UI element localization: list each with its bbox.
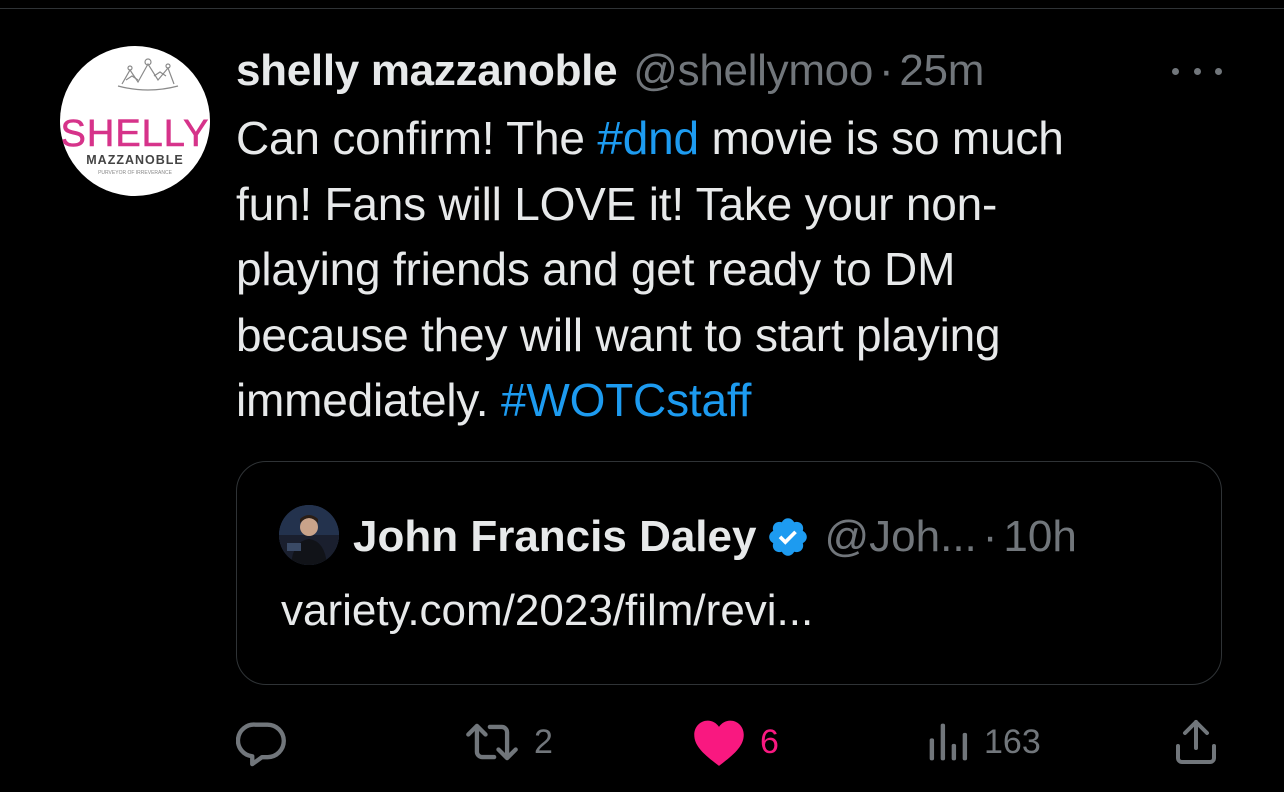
quote-header: John Francis Daley @Joh... · 10h (353, 510, 1077, 564)
avatar[interactable]: SHELLY MAZZANOBLE PURVEYOR OF IRREVERANC… (60, 46, 210, 196)
avatar-logo: SHELLY MAZZANOBLE PURVEYOR OF IRREVERANC… (60, 58, 210, 176)
tweet-line: playing friends and get ready to DM (236, 237, 1196, 303)
quote-avatar-image (279, 505, 339, 565)
tweet-header: shelly mazzanoble @shellymoo · 25m (236, 44, 984, 98)
views-button[interactable]: 163 (926, 712, 1041, 772)
like-count: 6 (760, 722, 779, 761)
retweet-button[interactable]: 2 (464, 712, 553, 772)
timestamp[interactable]: 25m (899, 46, 984, 96)
logo-sub-text: MAZZANOBLE (86, 153, 184, 167)
text-segment: fun! Fans will LOVE it! Take your non- (236, 177, 998, 230)
verified-badge-icon (766, 515, 810, 559)
views-count: 163 (984, 722, 1041, 761)
hashtag-wotcstaff[interactable]: #WOTCstaff (501, 374, 751, 426)
tweet-line: Can confirm! The #dnd movie is so much (236, 106, 1196, 172)
tweet[interactable]: SHELLY MAZZANOBLE PURVEYOR OF IRREVERANC… (0, 0, 1284, 792)
author-name[interactable]: shelly mazzanoble (236, 46, 618, 96)
heart-icon (694, 720, 744, 766)
tweet-line: fun! Fans will LOVE it! Take your non- (236, 172, 1196, 238)
separator-dot: · (982, 512, 998, 561)
quote-timestamp[interactable]: 10h (1003, 512, 1076, 562)
reply-icon (236, 722, 286, 767)
text-segment: Can confirm! The (236, 112, 598, 164)
quote-author-name[interactable]: John Francis Daley (353, 512, 756, 562)
tweet-line: immediately. #WOTCstaff (236, 368, 1196, 434)
separator-dot: · (879, 46, 894, 95)
quote-author-handle[interactable]: @Joh... (824, 512, 976, 562)
logo-tagline-text: PURVEYOR OF IRREVERANCE (98, 170, 172, 176)
quoted-tweet-card[interactable]: John Francis Daley @Joh... · 10h variety… (236, 461, 1222, 685)
action-bar: 2 6 163 (0, 712, 1284, 772)
more-options-button[interactable] (1172, 56, 1222, 86)
quote-text: variety.com/2023/film/revi... (281, 586, 814, 635)
more-dot (1215, 67, 1222, 75)
tweet-line: because they will want to start playing (236, 303, 1196, 369)
share-button[interactable] (1172, 712, 1220, 772)
text-segment: immediately. (236, 374, 501, 426)
more-dot (1172, 67, 1179, 75)
quote-avatar[interactable] (279, 505, 339, 565)
text-segment: movie is so much (698, 112, 1064, 164)
more-dot (1193, 67, 1201, 75)
retweet-icon (466, 723, 518, 761)
views-icon (929, 723, 968, 761)
tiara-icon (117, 58, 179, 91)
reply-button[interactable] (236, 712, 288, 772)
like-button[interactable]: 6 (692, 712, 779, 772)
text-segment: because they will want to start playing (236, 308, 1001, 361)
share-icon (1176, 720, 1216, 764)
text-segment: playing friends and get ready to DM (236, 243, 956, 295)
logo-main-text: SHELLY (61, 113, 210, 155)
hashtag-dnd[interactable]: #dnd (597, 112, 699, 164)
tweet-text: Can confirm! The #dnd movie is so much f… (236, 106, 1196, 434)
retweet-count: 2 (534, 722, 553, 761)
author-handle[interactable]: @shellymoo (633, 46, 873, 96)
